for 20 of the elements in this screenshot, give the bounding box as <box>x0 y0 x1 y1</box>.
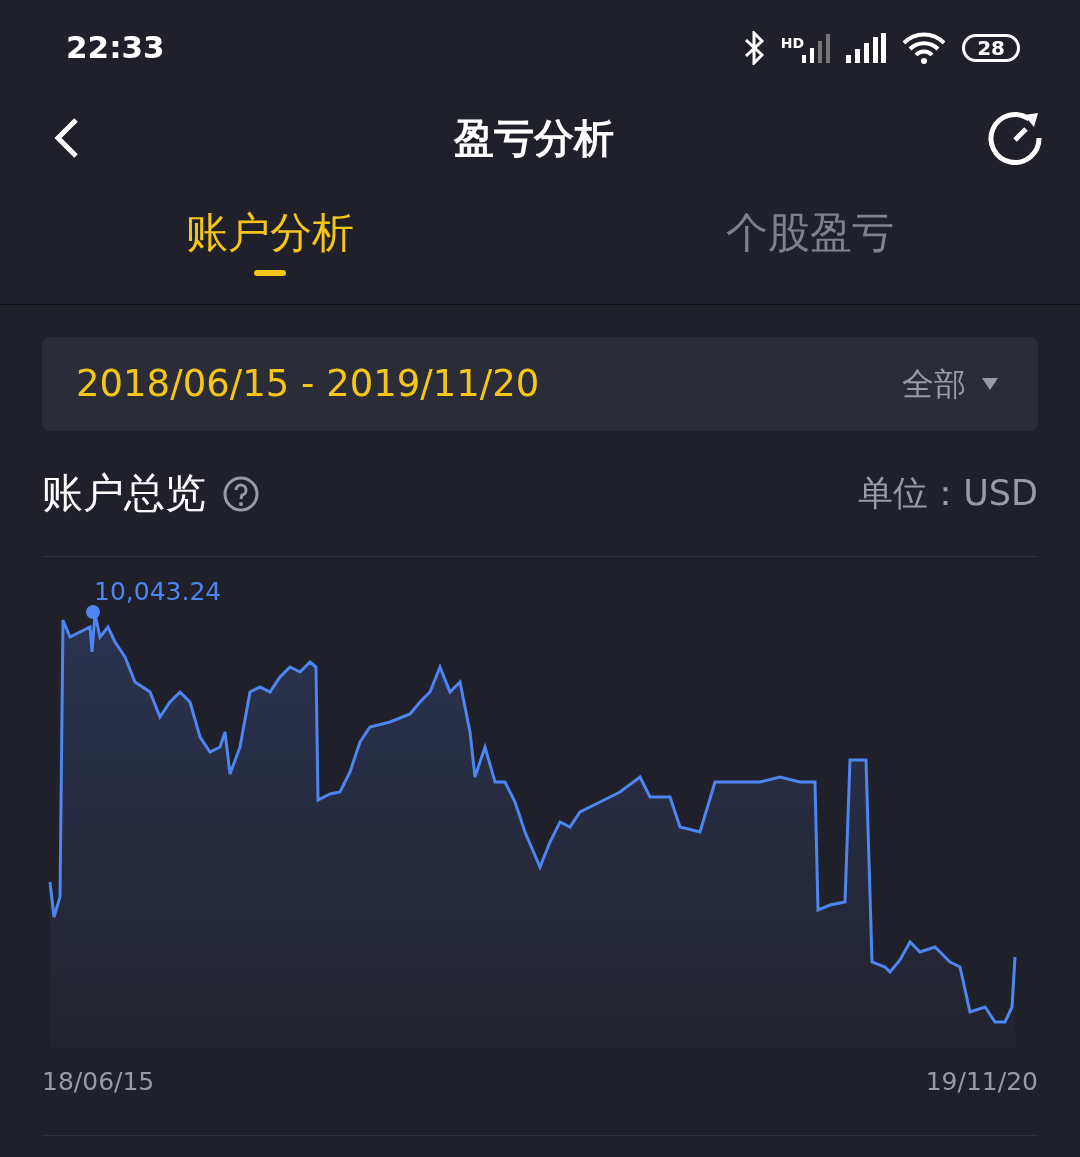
clock-time: 22:33 <box>66 28 165 68</box>
caret-icon <box>982 378 998 390</box>
signal-icon <box>846 32 887 63</box>
section-title: 账户总览 <box>42 467 206 519</box>
axis-date-label: 18/06/15 <box>42 1066 155 1098</box>
unit-label: 单位：USD <box>858 472 1038 516</box>
page-title: 盈亏分析 <box>454 113 614 163</box>
peak-value-label: 10,043.24 <box>94 576 222 608</box>
date-range: 2018/06/15 - 2019/11/20 <box>76 361 540 408</box>
tab[interactable]: 账户分析 <box>186 200 354 284</box>
signal-icon <box>802 32 831 63</box>
wifi-icon <box>902 31 947 64</box>
date-range-bar[interactable]: 2018/06/15 - 2019/11/20 全部 <box>42 337 1038 431</box>
tab[interactable]: 个股盈亏 <box>726 200 894 284</box>
network-label: HD <box>780 33 805 53</box>
battery-indicator: 28 <box>962 33 1020 62</box>
bluetooth-icon <box>742 30 765 65</box>
filter-dropdown[interactable]: 全部 <box>896 359 1004 409</box>
axis-date-label: 19/11/20 <box>925 1066 1038 1098</box>
help-icon[interactable] <box>222 474 260 513</box>
